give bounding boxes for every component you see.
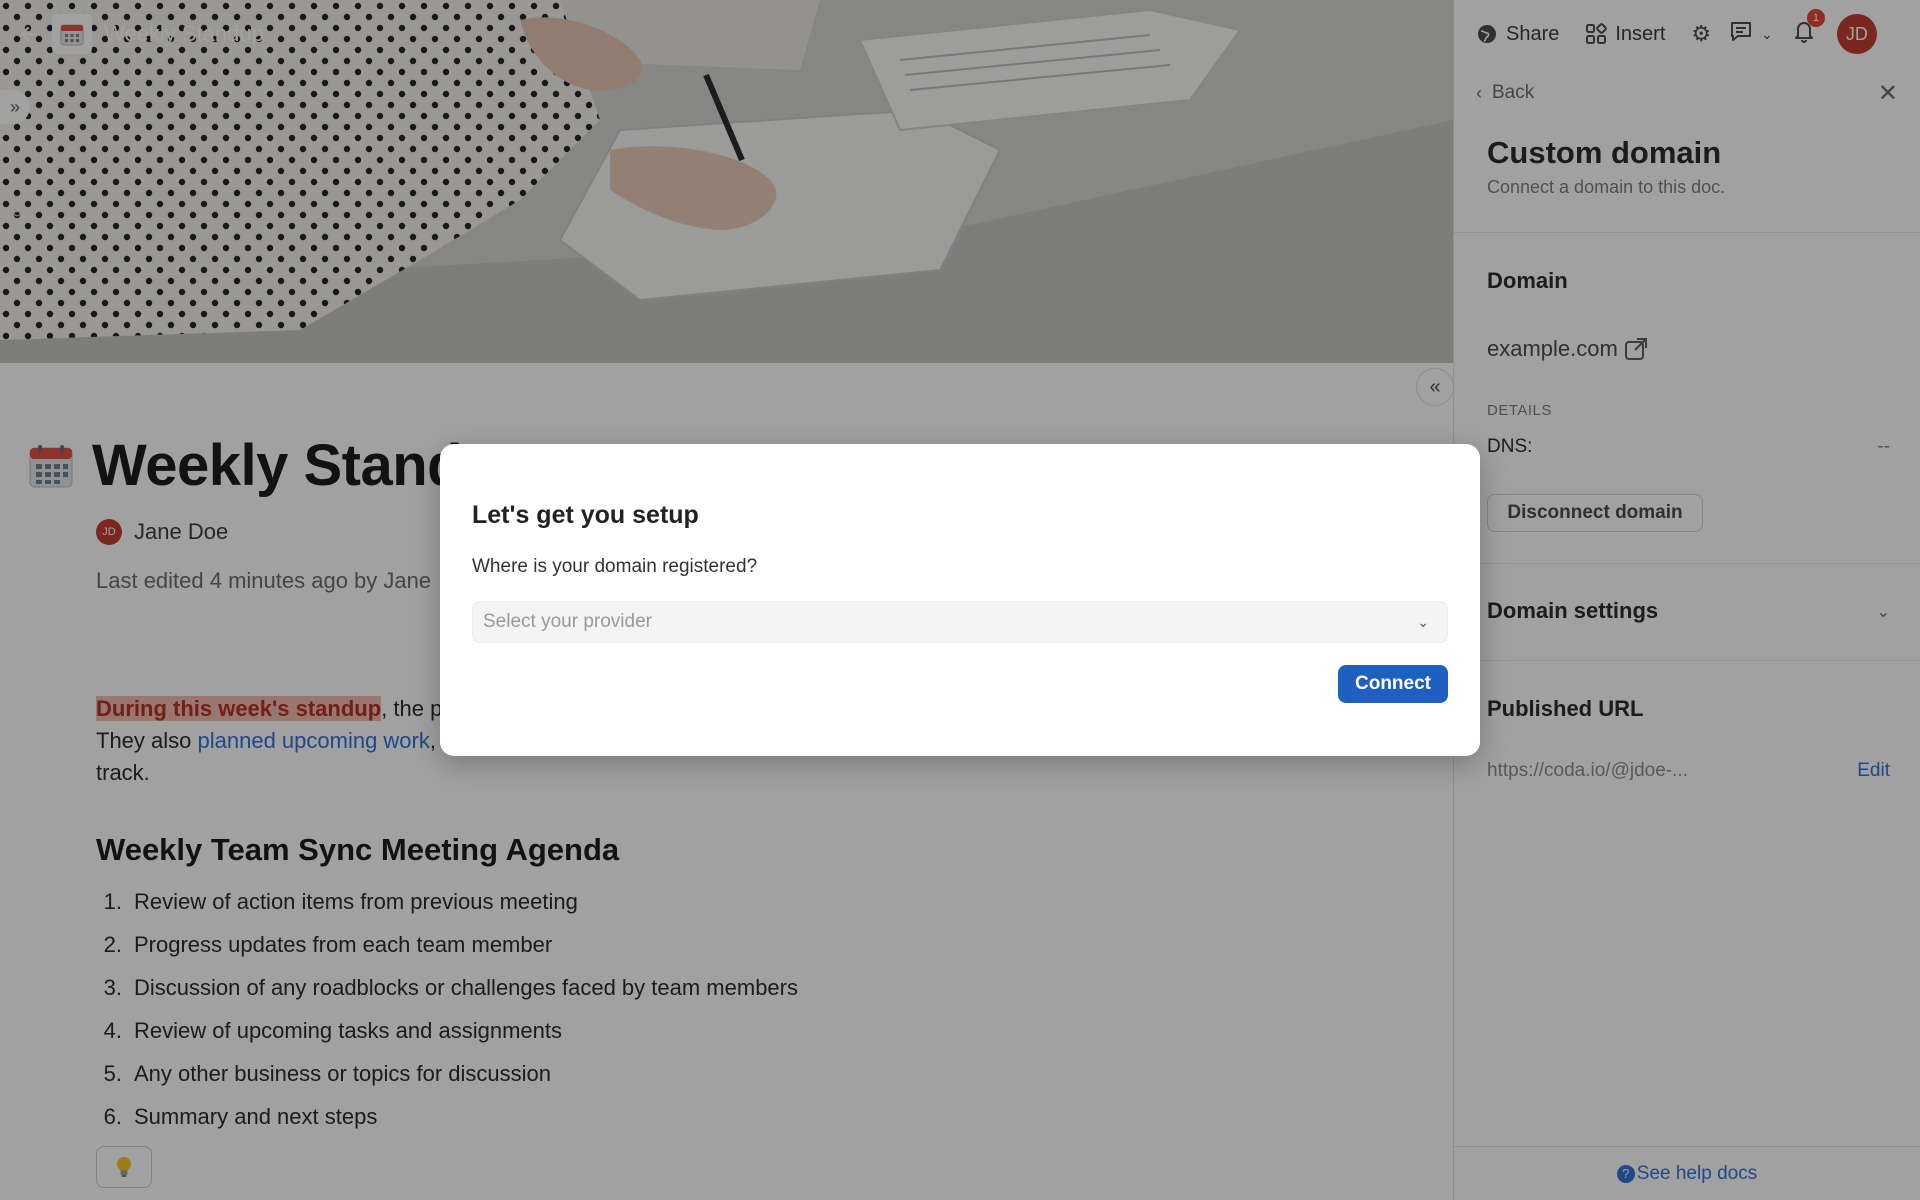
setup-modal: Let's get you setup Where is your domain… <box>440 444 1480 756</box>
modal-question: Where is your domain registered? <box>472 556 758 577</box>
provider-select-placeholder: Select your provider <box>483 611 652 632</box>
provider-select[interactable]: Select your provider ⌄ <box>472 601 1448 643</box>
connect-button[interactable]: Connect <box>1338 665 1448 703</box>
chevron-down-icon: ⌄ <box>1417 613 1429 630</box>
modal-title: Let's get you setup <box>472 501 699 529</box>
